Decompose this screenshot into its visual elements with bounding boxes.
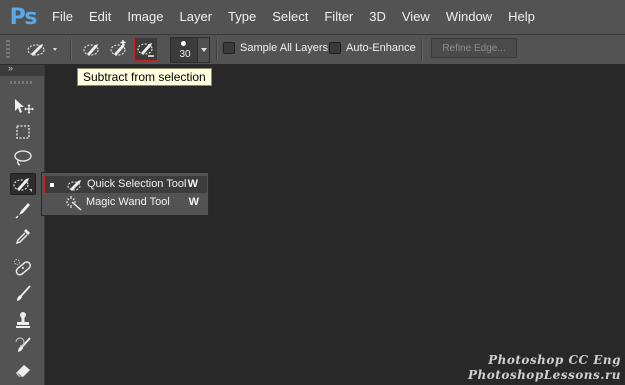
flyout-item-quick-selection[interactable]: Quick Selection Tool W (44, 175, 208, 194)
menu-view[interactable]: View (394, 0, 438, 34)
flyout-item-label: Quick Selection Tool (87, 178, 187, 190)
watermark: Photoshop CC Eng PhotoshopLessons.ru (468, 353, 621, 383)
tool-flyout-menu: Quick Selection Tool W Magic Wand Tool W (41, 172, 209, 216)
eyedropper-tool[interactable] (10, 225, 36, 247)
photoshop-logo: Ps (9, 4, 38, 30)
refine-edge-button[interactable]: Refine Edge... (431, 38, 517, 58)
menu-filter[interactable]: Filter (316, 0, 361, 34)
quick-selection-icon (67, 180, 81, 191)
eyedropper-icon (15, 229, 30, 245)
new-selection-button[interactable] (80, 37, 104, 61)
stamp-icon (16, 312, 30, 328)
tools-panel-grip[interactable] (10, 81, 32, 84)
move-tool[interactable] (10, 95, 36, 117)
flyout-item-magic-wand[interactable]: Magic Wand Tool W (44, 194, 208, 213)
brush-icon (17, 285, 31, 301)
eraser-tool[interactable] (10, 359, 36, 381)
chevron-down-icon[interactable] (197, 38, 209, 62)
spot-healing-tool[interactable] (10, 257, 36, 279)
auto-enhance-label[interactable]: Auto-Enhance (346, 42, 416, 54)
magic-wand-icon (66, 196, 82, 211)
tools-panel-header: » (0, 63, 44, 76)
quick-selection-icon (27, 44, 57, 56)
separator (70, 39, 72, 61)
history-brush-icon (15, 337, 31, 352)
menu-window[interactable]: Window (438, 0, 500, 34)
tool-preset-picker[interactable] (24, 37, 60, 61)
menu-image[interactable]: Image (119, 0, 171, 34)
active-bullet-icon (50, 183, 54, 187)
lasso-tool[interactable] (10, 147, 36, 169)
quick-selection-icon (13, 178, 32, 192)
menu-type[interactable]: Type (220, 0, 264, 34)
subtract-from-selection-button[interactable] (134, 37, 158, 61)
tooltip: Subtract from selection (77, 68, 212, 86)
add-to-selection-button[interactable] (107, 37, 131, 61)
separator (216, 39, 218, 61)
quick-selection-add-icon (110, 40, 126, 56)
brush-size-value: 30 (179, 49, 191, 60)
flyout-item-label: Magic Wand Tool (86, 196, 170, 208)
flyout-item-shortcut: W (187, 178, 198, 190)
tools-panel: » (0, 63, 45, 385)
rectangular-marquee-tool[interactable] (10, 121, 36, 143)
main-menu: File Edit Image Layer Type Select Filter… (44, 0, 543, 34)
move-icon (15, 99, 34, 114)
menu-3d[interactable]: 3D (361, 0, 394, 34)
history-brush-tool[interactable] (10, 335, 36, 357)
menu-edit[interactable]: Edit (81, 0, 119, 34)
brush-preset-picker[interactable]: 30 (170, 37, 210, 63)
crop-icon (15, 203, 30, 219)
brush-tip-icon (181, 41, 186, 46)
auto-enhance-checkbox[interactable] (329, 42, 341, 54)
sample-all-layers-label[interactable]: Sample All Layers (240, 42, 328, 54)
brush-tool[interactable] (10, 283, 36, 305)
quick-selection-tool[interactable] (10, 173, 36, 195)
sample-all-layers-checkbox[interactable] (223, 42, 235, 54)
options-bar-grip[interactable] (6, 40, 10, 60)
menu-bar: Ps File Edit Image Layer Type Select Fil… (0, 0, 625, 35)
menu-help[interactable]: Help (500, 0, 543, 34)
menu-select[interactable]: Select (264, 0, 316, 34)
options-bar: 30 Sample All Layers Auto-Enhance Refine… (0, 35, 625, 65)
separator (421, 39, 423, 61)
eraser-icon (16, 365, 30, 377)
crop-tool[interactable] (10, 199, 36, 221)
watermark-line2: PhotoshopLessons.ru (468, 368, 621, 382)
lasso-icon (14, 150, 32, 166)
menu-layer[interactable]: Layer (172, 0, 221, 34)
quick-selection-icon (83, 44, 99, 56)
collapse-icon[interactable]: » (8, 63, 13, 73)
quick-selection-subtract-icon (137, 43, 154, 57)
watermark-line1: Photoshop CC Eng (488, 353, 621, 367)
marquee-icon (16, 125, 30, 139)
clone-stamp-tool[interactable] (10, 309, 36, 331)
menu-file[interactable]: File (44, 0, 81, 34)
flyout-item-shortcut: W (188, 196, 199, 208)
bandage-icon (14, 259, 31, 276)
